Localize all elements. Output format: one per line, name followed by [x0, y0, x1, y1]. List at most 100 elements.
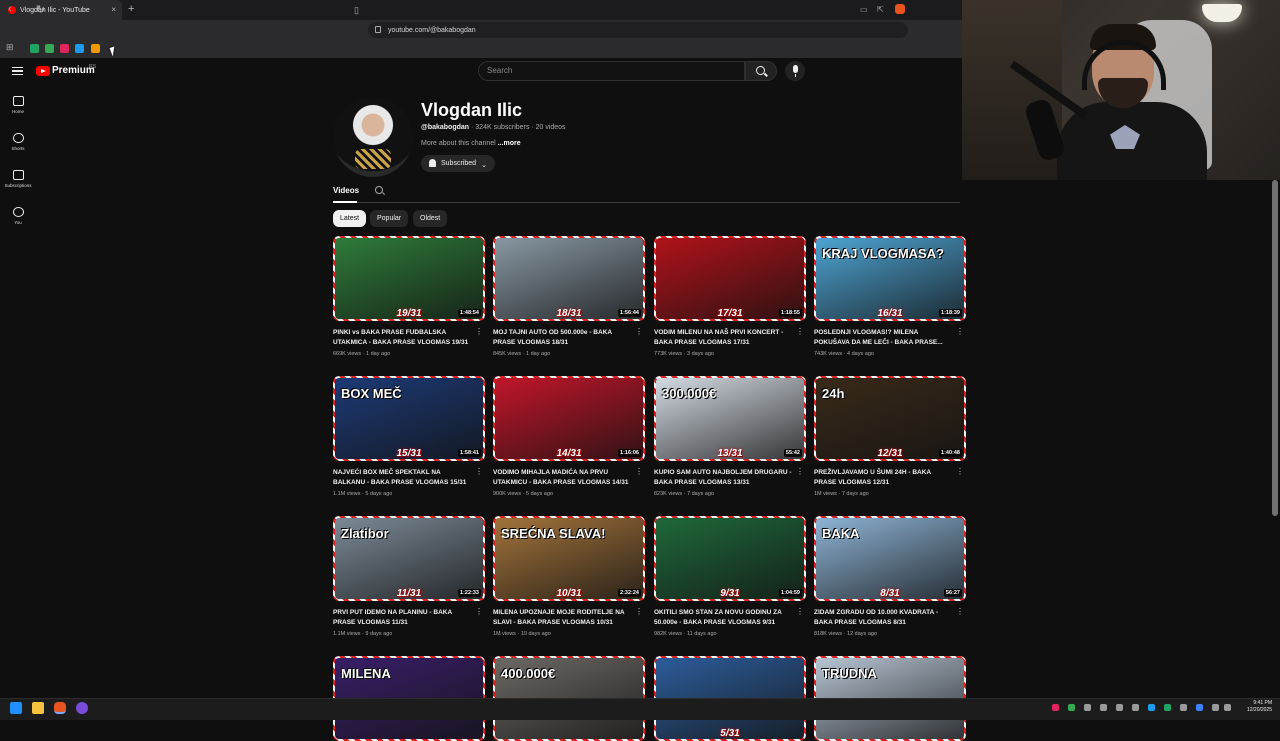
- video-title[interactable]: PRVI PUT IDEMO NA PLANINU - BAKA PRASE V…: [333, 608, 473, 628]
- messenger-icon[interactable]: [76, 702, 88, 714]
- tray-icon[interactable]: [1132, 704, 1139, 711]
- video-age: 3 days ago: [687, 351, 714, 357]
- youtube-logo-icon[interactable]: [36, 66, 50, 76]
- more-actions-icon[interactable]: ⋮: [635, 608, 643, 616]
- video-title[interactable]: OKITILI SMO STAN ZA NOVU GODINU ZA 50.00…: [654, 608, 794, 628]
- tray-icon[interactable]: [1180, 704, 1187, 711]
- video-thumbnail[interactable]: 24h12/311:40:48: [814, 376, 966, 461]
- tray-icon[interactable]: [1116, 704, 1123, 711]
- video-meta: 845K views · 1 day ago: [493, 351, 551, 357]
- more-actions-icon[interactable]: ⋮: [796, 468, 804, 476]
- video-thumbnail[interactable]: BAKA8/3156:27: [814, 516, 966, 601]
- video-title[interactable]: KUPIO SAM AUTO NAJBOLJEM DRUGARU - BAKA …: [654, 468, 794, 488]
- cast-icon[interactable]: ▭: [860, 5, 868, 14]
- tray-icon[interactable]: [1084, 704, 1091, 711]
- video-title[interactable]: MILENA UPOZNAJE MOJE RODITELJE NA SLAVI …: [493, 608, 633, 628]
- sidebar-item-shorts[interactable]: Shorts: [0, 133, 36, 167]
- apps-grid-icon[interactable]: ⊞: [6, 42, 14, 53]
- channel-about-link[interactable]: More about this channel ...more: [421, 140, 521, 147]
- more-link[interactable]: ...more: [496, 140, 521, 147]
- tray-icon[interactable]: [1148, 704, 1155, 711]
- menu-icon[interactable]: [12, 67, 23, 75]
- bookmark-sheets-icon[interactable]: [30, 44, 39, 53]
- tray-icon[interactable]: [1164, 704, 1171, 711]
- network-icon[interactable]: [1212, 704, 1219, 711]
- video-title[interactable]: VODIM MILENU NA NAŠ PRVI KONCERT - BAKA …: [654, 328, 794, 348]
- video-title[interactable]: PREŽIVLJAVAMO U ŠUMI 24H - BAKA PRASE VL…: [814, 468, 954, 488]
- close-tab-icon[interactable]: ×: [111, 5, 116, 14]
- sidebar-item-you[interactable]: You: [0, 207, 36, 241]
- bluetooth-icon[interactable]: [1196, 704, 1203, 711]
- bookmark-icon[interactable]: ▯: [354, 5, 359, 16]
- brave-shield-icon[interactable]: [895, 4, 905, 14]
- video-title[interactable]: NAJVEĆI BOX MEČ SPEKTAKL NA BALKANU - BA…: [333, 468, 473, 488]
- file-explorer-icon[interactable]: [32, 702, 44, 714]
- channel-search-icon[interactable]: [375, 186, 383, 194]
- chip-popular[interactable]: Popular: [370, 210, 409, 227]
- video-duration: 1:48:54: [458, 309, 481, 317]
- channel-avatar[interactable]: [333, 97, 413, 177]
- sidebar-item-home[interactable]: Home: [0, 96, 36, 130]
- video-thumbnail[interactable]: KRAJ VLOGMASA?16/311:18:39: [814, 236, 966, 321]
- address-bar[interactable]: youtube.com/@bakabogdan: [368, 22, 908, 38]
- video-views: 1.1M views: [333, 631, 361, 637]
- video-thumbnail[interactable]: 300.000€13/3155:42: [654, 376, 806, 461]
- more-actions-icon[interactable]: ⋮: [475, 328, 483, 336]
- video-thumbnail[interactable]: 18/31 1:56:44: [493, 236, 645, 321]
- you-icon: [12, 207, 24, 217]
- chip-oldest[interactable]: Oldest: [413, 210, 448, 227]
- bookmark-orange-icon[interactable]: [91, 44, 100, 53]
- video-title[interactable]: MOJ TAJNI AUTO OD 500.000e - BAKA PRASE …: [493, 328, 633, 348]
- bookmark-check-icon[interactable]: [75, 44, 84, 53]
- search-input[interactable]: Search: [478, 61, 745, 81]
- video-meta: 1M views · 7 days ago: [814, 491, 869, 497]
- more-actions-icon[interactable]: ⋮: [956, 468, 964, 476]
- video-thumbnail[interactable]: 14/31 1:16:06: [493, 376, 645, 461]
- video-thumbnail[interactable]: 17/31 1:18:55: [654, 236, 806, 321]
- site-info-icon[interactable]: [375, 26, 381, 33]
- more-actions-icon[interactable]: ⋮: [956, 608, 964, 616]
- sidebar-item-subscriptions[interactable]: Subscriptions: [0, 170, 36, 204]
- bookmark-red-icon[interactable]: [60, 44, 69, 53]
- forward-icon[interactable]: ›: [22, 3, 26, 15]
- search-icon: [756, 66, 765, 75]
- more-actions-icon[interactable]: ⋮: [796, 328, 804, 336]
- more-actions-icon[interactable]: ⋮: [796, 608, 804, 616]
- start-icon[interactable]: [10, 702, 22, 714]
- video-thumbnail[interactable]: BOX MEČ15/311:58:41: [333, 376, 485, 461]
- new-tab-button[interactable]: +: [128, 3, 134, 15]
- more-actions-icon[interactable]: ⋮: [475, 468, 483, 476]
- tray-icon[interactable]: [1052, 704, 1059, 711]
- video-meta: 1.1M views · 5 days ago: [333, 491, 393, 497]
- video-title[interactable]: PINKI vs BAKA PRASE FUDBALSKA UTAKMICA -…: [333, 328, 473, 348]
- tray-icon[interactable]: [1100, 704, 1107, 711]
- bookmark-green-icon[interactable]: [45, 44, 54, 53]
- subscribed-button[interactable]: Subscribed ⌄: [421, 155, 495, 172]
- share-icon[interactable]: ⇱: [877, 5, 884, 14]
- more-actions-icon[interactable]: ⋮: [635, 328, 643, 336]
- video-title[interactable]: POSLEDNJI VLOGMAS!? MILENA POKUŠAVA DA M…: [814, 328, 954, 348]
- home-icon: [12, 96, 24, 106]
- video-thumbnail[interactable]: 9/31 1:04:59: [654, 516, 806, 601]
- video-title[interactable]: ZIDAM ZGRADU OD 10.000 KVADRATA - BAKA P…: [814, 608, 954, 628]
- video-thumbnail[interactable]: Zlatibor11/311:22:33: [333, 516, 485, 601]
- volume-icon[interactable]: [1224, 704, 1231, 711]
- video-title[interactable]: VODIMO MIHAJLA MADIĆA NA PRVU UTAKMICU -…: [493, 468, 633, 488]
- more-actions-icon[interactable]: ⋮: [956, 328, 964, 336]
- tab-videos[interactable]: Videos: [333, 186, 359, 195]
- more-actions-icon[interactable]: ⋮: [635, 468, 643, 476]
- reload-icon[interactable]: ↻: [36, 3, 45, 16]
- brave-browser-icon[interactable]: [54, 702, 66, 714]
- video-views: 845K views: [493, 351, 522, 357]
- video-thumbnail[interactable]: SREĆNA SLAVA!10/312:32:24: [493, 516, 645, 601]
- browser-tab[interactable]: Vlogdan Ilic - YouTube ×: [0, 0, 122, 20]
- more-actions-icon[interactable]: ⋮: [475, 608, 483, 616]
- chip-latest[interactable]: Latest: [333, 210, 367, 227]
- back-icon[interactable]: ‹: [8, 3, 12, 15]
- system-clock[interactable]: 9:41 PM 12/20/2025: [1236, 700, 1272, 714]
- tray-icon[interactable]: [1068, 704, 1075, 711]
- video-thumbnail[interactable]: 19/31 1:48:54: [333, 236, 485, 321]
- voice-search-icon[interactable]: [785, 61, 805, 81]
- search-button[interactable]: [745, 61, 777, 81]
- page-scrollbar[interactable]: [1272, 180, 1278, 516]
